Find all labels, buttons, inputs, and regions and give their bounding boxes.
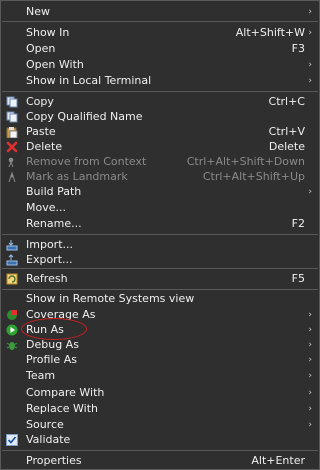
submenu-arrow-icon: › — [308, 76, 312, 86]
submenu-arrow-icon: › — [308, 355, 312, 365]
submenu-arrow-icon: › — [308, 310, 312, 320]
menu-item-label: Paste — [26, 125, 56, 138]
separator — [2, 268, 318, 269]
menu-item-label: Validate — [26, 433, 71, 446]
menu-item-copy[interactable]: Copy Ctrl+C — [1, 94, 319, 110]
menu-item-properties[interactable]: Properties Alt+Enter — [1, 453, 319, 469]
menu-item-move[interactable]: Move... — [1, 200, 319, 216]
menu-item-team[interactable]: Team › — [1, 368, 319, 384]
menu-item-refresh[interactable]: Refresh F5 — [1, 271, 319, 287]
menu-item-label: Show In — [26, 26, 70, 39]
shortcut-label: Ctrl+Alt+Shift+Up — [202, 170, 305, 183]
menu-item-label: Open With — [26, 58, 84, 71]
export-icon — [6, 254, 18, 266]
menu-item-rename[interactable]: Rename... F2 — [1, 216, 319, 232]
submenu-arrow-icon: › — [308, 7, 312, 17]
separator — [2, 289, 318, 290]
shortcut-label: F3 — [291, 42, 305, 55]
menu-item-label: Export... — [26, 253, 73, 266]
coverage-icon — [6, 309, 18, 321]
refresh-icon — [6, 273, 18, 285]
menu-item-show-in-local-terminal[interactable]: Show in Local Terminal › — [1, 73, 319, 89]
shortcut-label: Ctrl+Alt+Shift+Down — [186, 155, 305, 168]
menu-item-label: Properties — [26, 454, 82, 467]
shortcut-label: Alt+Enter — [251, 454, 305, 467]
menu-item-label: Open — [26, 42, 56, 55]
submenu-arrow-icon: › — [308, 187, 312, 197]
run-icon — [6, 324, 18, 336]
menu-item-label: Delete — [26, 140, 63, 153]
shortcut-label: Ctrl+C — [268, 95, 305, 108]
menu-item-paste[interactable]: Paste Ctrl+V — [1, 124, 319, 140]
separator — [2, 91, 318, 92]
checkbox-icon — [6, 434, 18, 446]
menu-item-label: Rename... — [26, 217, 82, 230]
menu-item-show-in[interactable]: Show In Alt+Shift+W › — [1, 25, 319, 41]
separator — [2, 234, 318, 235]
menu-item-label: Copy — [26, 95, 54, 108]
menu-item-label: Copy Qualified Name — [26, 110, 143, 123]
menu-item-label: Remove from Context — [26, 155, 147, 168]
delete-icon — [6, 141, 18, 153]
menu-item-import[interactable]: Import... — [1, 237, 319, 253]
copy-qualified-icon — [6, 111, 18, 123]
paste-icon — [6, 126, 18, 138]
menu-item-open[interactable]: Open F3 — [1, 41, 319, 57]
menu-item-label: Move... — [26, 201, 66, 214]
menu-item-label: Refresh — [26, 272, 68, 285]
submenu-arrow-icon: › — [308, 340, 312, 350]
menu-item-new[interactable]: New › — [1, 4, 319, 20]
debug-icon — [6, 339, 18, 351]
submenu-arrow-icon: › — [308, 404, 312, 414]
menu-item-replace-with[interactable]: Replace With › — [1, 401, 319, 417]
separator — [2, 450, 318, 451]
menu-item-source[interactable]: Source › — [1, 417, 319, 433]
menu-item-label: New — [26, 5, 50, 18]
shortcut-label: F5 — [291, 272, 305, 285]
remove-context-icon — [6, 156, 18, 168]
menu-item-mark-as-landmark: Mark as Landmark Ctrl+Alt+Shift+Up — [1, 169, 319, 185]
submenu-arrow-icon: › — [308, 371, 312, 381]
menu-item-delete[interactable]: Delete Delete — [1, 139, 319, 155]
landmark-icon — [6, 171, 18, 183]
context-menu: New › Show In Alt+Shift+W › Open F3 Open… — [0, 0, 320, 470]
menu-item-remove-from-context: Remove from Context Ctrl+Alt+Shift+Down — [1, 154, 319, 170]
menu-item-build-path[interactable]: Build Path › — [1, 184, 319, 200]
menu-item-label: Profile As — [26, 353, 77, 366]
submenu-arrow-icon: › — [308, 420, 312, 430]
menu-item-label: Replace With — [26, 402, 98, 415]
menu-item-profile-as[interactable]: Profile As › — [1, 352, 319, 368]
menu-item-label: Build Path — [26, 185, 82, 198]
copy-icon — [6, 96, 18, 108]
submenu-arrow-icon: › — [308, 388, 312, 398]
menu-item-open-with[interactable]: Open With › — [1, 57, 319, 73]
shortcut-label: F2 — [291, 217, 305, 230]
menu-item-compare-with[interactable]: Compare With › — [1, 385, 319, 401]
menu-item-label: Source — [26, 418, 64, 431]
run-as-highlight-ellipse — [21, 318, 87, 340]
menu-item-validate[interactable]: Validate — [1, 432, 319, 448]
menu-item-show-in-remote-systems[interactable]: Show in Remote Systems view — [1, 291, 319, 307]
shortcut-label: Ctrl+V — [268, 125, 305, 138]
submenu-arrow-icon: › — [308, 28, 312, 38]
menu-item-label: Mark as Landmark — [26, 170, 128, 183]
menu-item-label: Show in Remote Systems view — [26, 292, 195, 305]
shortcut-label: Delete — [268, 140, 305, 153]
import-icon — [6, 239, 18, 251]
menu-item-copy-qualified-name[interactable]: Copy Qualified Name — [1, 109, 319, 125]
submenu-arrow-icon: › — [308, 325, 312, 335]
menu-item-label: Show in Local Terminal — [26, 74, 152, 87]
separator — [2, 21, 318, 22]
menu-item-label: Team — [26, 369, 56, 382]
shortcut-label: Alt+Shift+W — [235, 26, 305, 39]
submenu-arrow-icon: › — [308, 60, 312, 70]
menu-item-label: Import... — [26, 238, 73, 251]
menu-item-label: Compare With — [26, 386, 105, 399]
menu-item-export[interactable]: Export... — [1, 252, 319, 268]
